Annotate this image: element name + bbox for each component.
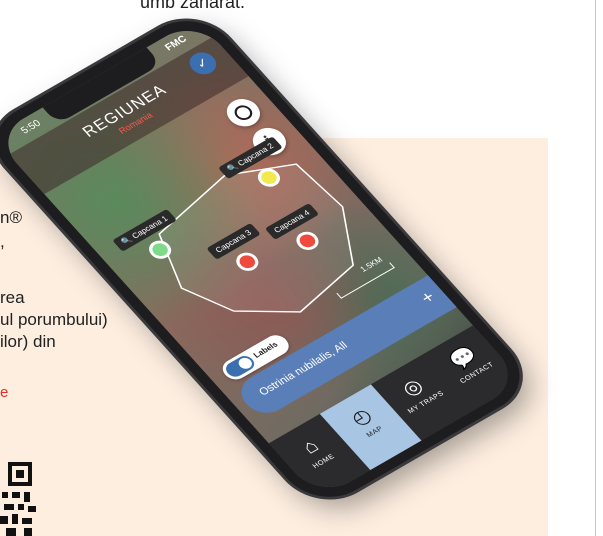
page-text-line-3: rea	[0, 288, 25, 307]
page-link[interactable]: e	[0, 384, 8, 401]
page-divider	[595, 0, 596, 536]
labels-toggle-text: Labels	[251, 340, 280, 360]
page-text-line-2: ,	[0, 232, 5, 251]
page-text-line-1: n®	[0, 208, 22, 227]
phone-mockup: 5:50 FMC REGIUNEA Romania ✓ i 🔍 Capcana …	[0, 2, 540, 522]
add-icon[interactable]: +	[416, 287, 439, 308]
